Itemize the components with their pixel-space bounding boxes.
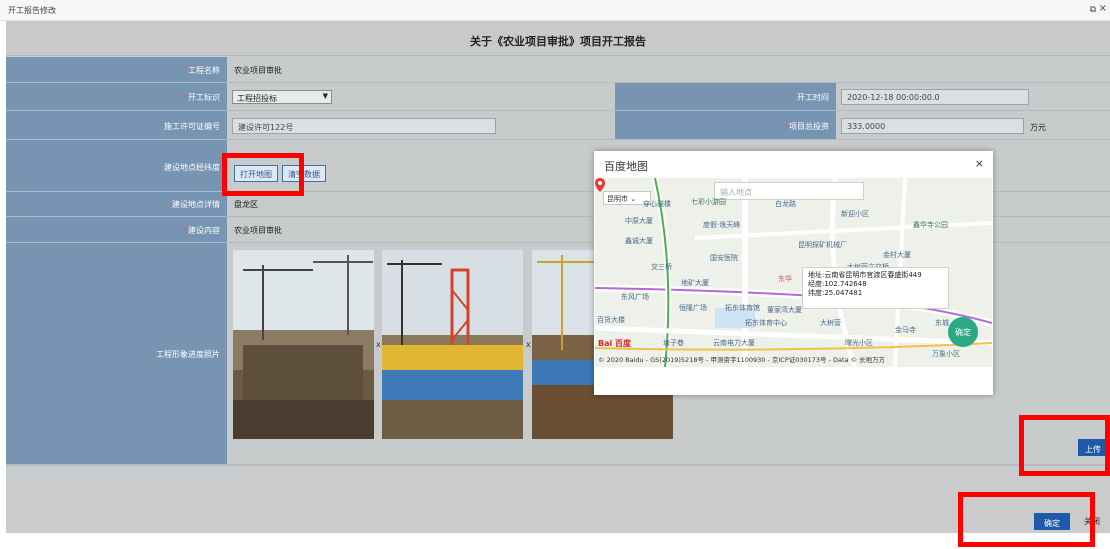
map-poi[interactable]: 中原大厦 <box>625 216 653 226</box>
map-poi[interactable]: 白龙路 <box>775 199 796 209</box>
annotation-box-upload <box>1019 415 1110 476</box>
window-title: 开工报告修改 <box>8 6 56 15</box>
map-poi[interactable]: 东城 <box>935 318 949 328</box>
map-poi[interactable]: 拓东体育馆 <box>725 303 760 313</box>
location-label-cell: *建设地点详情 <box>6 192 227 217</box>
map-poi[interactable]: 交三桥 <box>651 262 672 272</box>
map-poi[interactable]: 塘子巷 <box>663 338 684 348</box>
investment-label-cell: *项目总投资 <box>615 111 836 140</box>
info-latitude: 纬度:25.047481 <box>808 289 863 297</box>
location-info-window: 地址:云南省昆明市官渡区春盛街449 经度:102.742648 纬度:25.0… <box>802 267 949 309</box>
map-poi[interactable]: 新迎小区 <box>841 209 869 219</box>
baidu-logo: Bai 百度 <box>598 339 632 348</box>
map-poi[interactable]: 昆明探矿机械厂 <box>798 240 847 250</box>
map-poi[interactable]: 金村大厦 <box>883 250 911 260</box>
start-flag-label: 开工标识 <box>188 93 220 102</box>
map-poi[interactable]: 度假·逸天峰 <box>703 220 740 230</box>
dialog-close-icon[interactable]: × <box>975 157 984 170</box>
map-poi[interactable]: 东风广场 <box>621 292 649 302</box>
map-poi[interactable]: 董家湾大厦 <box>767 305 802 315</box>
report-header: 关于《农业项目审批》项目开工报告 <box>6 21 1110 56</box>
dialog-title: 百度地图 <box>604 160 648 173</box>
photos-label-cell: 工程形象进度照片 <box>6 243 227 465</box>
page-title: 关于《农业项目审批》项目开工报告 <box>470 35 646 48</box>
location-label: 建设地点详情 <box>172 200 220 209</box>
map-poi[interactable]: 云南电力大厦 <box>713 338 755 348</box>
remove-photo-icon[interactable]: x <box>526 340 531 349</box>
start-time-input[interactable]: 2020-12-18 00:00:00.0 <box>841 89 1029 105</box>
map-poi[interactable]: 七彩小游园 <box>691 197 726 207</box>
location-marker-icon[interactable] <box>595 178 605 192</box>
photos-label: 工程形象进度照片 <box>156 350 220 359</box>
map-poi[interactable]: 恒隆广场 <box>679 303 707 313</box>
map-poi[interactable]: 穿心鼓楼 <box>643 199 671 209</box>
start-time-label-cell: *开工时间 <box>615 83 836 111</box>
annotation-box-confirm <box>958 492 1095 547</box>
content-label-cell: *建设内容 <box>6 217 227 243</box>
map-poi[interactable]: 百货大楼 <box>597 315 625 325</box>
map-poi[interactable]: 万象小区 <box>932 349 960 359</box>
permit-label: 施工许可证编号 <box>164 122 220 131</box>
map-canvas[interactable]: 昆明市 ⌄ 输入地点 穿心鼓楼 七彩小游园 白龙路 新迎小区 中原大厦 度假·逸… <box>595 178 992 367</box>
map-poi[interactable]: 地矿大厦 <box>681 278 709 288</box>
investment-unit: 万元 <box>1030 123 1046 132</box>
map-search-input[interactable]: 输入地点 <box>714 182 864 200</box>
project-name-label-cell: *工程名称 <box>6 57 227 83</box>
remove-photo-icon[interactable]: x <box>376 340 381 349</box>
start-time-label: 开工时间 <box>797 93 829 102</box>
window-titlebar: 开工报告修改 ⧉ × <box>0 0 1110 21</box>
project-name-value: 农业项目审批 <box>227 57 1110 83</box>
page: 开工报告修改 ⧉ × 关于《农业项目审批》项目开工报告 *工程名称 农业项目审批… <box>0 0 1110 549</box>
project-name-label: 工程名称 <box>188 66 220 75</box>
close-icon[interactable]: × <box>1099 3 1107 14</box>
map-poi[interactable]: 金马寺 <box>895 325 916 335</box>
map-poi[interactable]: 鑫诚大厦 <box>625 236 653 246</box>
map-confirm-button[interactable]: 确定 <box>948 317 978 347</box>
map-copyright: © 2020 Baidu - GS(2019)5218号 - 甲测资字11009… <box>598 356 886 364</box>
map-poi[interactable]: 曙光小区 <box>845 338 873 348</box>
annotation-box-open-map <box>222 153 304 196</box>
coords-label-cell: 建设地点经纬度 <box>6 140 227 192</box>
map-poi[interactable]: 国安医院 <box>710 253 738 263</box>
footer-bar <box>6 465 1110 533</box>
restore-icon[interactable]: ⧉ <box>1090 5 1096 15</box>
permit-input[interactable]: 建设许可122号 <box>232 118 496 134</box>
permit-label-cell: 施工许可证编号 <box>6 111 227 140</box>
content-label: 建设内容 <box>188 226 220 235</box>
info-longitude: 经度:102.742648 <box>808 280 867 288</box>
map-poi[interactable]: 东华 <box>778 274 792 284</box>
map-poi[interactable]: 大树营 <box>820 318 841 328</box>
investment-input[interactable]: 333.0000 <box>841 118 1024 134</box>
info-address: 地址:云南省昆明市官渡区春盛街449 <box>808 271 922 279</box>
dropdown-caret-icon: ▼ <box>322 92 328 100</box>
city-value: 昆明市 <box>607 195 628 203</box>
investment-label: 项目总投资 <box>789 122 829 131</box>
coords-label: 建设地点经纬度 <box>164 163 220 172</box>
start-flag-selected: 工程招投标 <box>237 94 277 103</box>
map-poi[interactable]: 拓东体育中心 <box>745 318 787 328</box>
progress-photo[interactable] <box>233 250 374 439</box>
progress-photo[interactable] <box>382 250 523 439</box>
start-flag-label-cell: *开工标识 <box>6 83 227 111</box>
start-flag-select[interactable]: 工程招投标 ▼ <box>232 90 332 104</box>
map-poi[interactable]: 鑫华寺公园 <box>913 220 948 230</box>
baidu-map-dialog: 百度地图 × 昆明市 ⌄ 输入地点 穿心鼓楼 七彩小游园 白龙路 新迎小区 中原… <box>594 151 993 395</box>
